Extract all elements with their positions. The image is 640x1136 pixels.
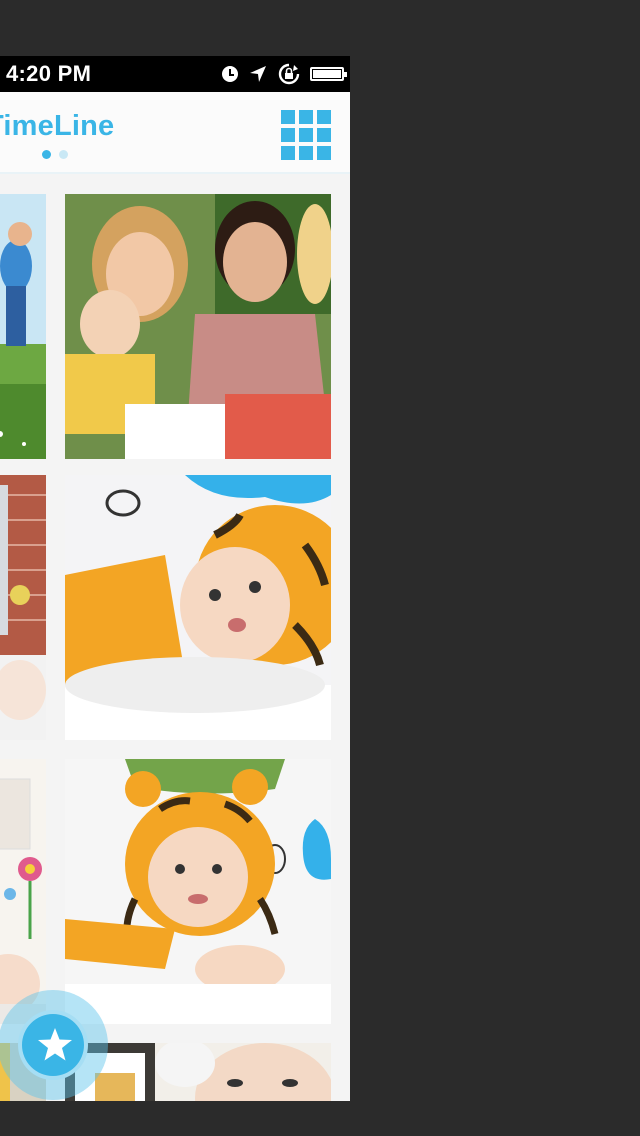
photo-icon xyxy=(0,194,46,459)
page-dot-1[interactable] xyxy=(42,150,51,159)
page-title: TimeLine xyxy=(0,110,115,142)
grid-icon xyxy=(317,110,331,124)
rotation-lock-icon xyxy=(278,63,300,85)
phone-screen: 4:20 PM TimeLine xyxy=(0,56,350,1101)
alarm-clock-icon xyxy=(222,66,238,82)
page-dot-2[interactable] xyxy=(59,150,68,159)
grid-icon xyxy=(299,128,313,142)
favorite-fab-inner xyxy=(18,1010,88,1080)
grid-icon xyxy=(299,110,313,124)
photo-icon xyxy=(0,759,46,1024)
grid-icon xyxy=(281,128,295,142)
grid-icon xyxy=(317,128,331,142)
grid-icon xyxy=(281,146,295,160)
photo-icon xyxy=(0,475,46,740)
status-time: 4:20 PM xyxy=(6,61,92,86)
photo-tile-family[interactable] xyxy=(65,194,331,459)
grid-icon xyxy=(299,146,313,160)
photo-icon xyxy=(65,759,331,1024)
battery-fill xyxy=(313,70,341,78)
photo-icon xyxy=(65,475,331,740)
photo-grid[interactable] xyxy=(0,174,350,1101)
photo-tile-baby-brick-wall[interactable] xyxy=(0,475,46,740)
grid-view-button[interactable] xyxy=(281,110,331,160)
status-bar: 4:20 PM xyxy=(0,56,350,92)
favorite-fab-button[interactable] xyxy=(0,990,108,1100)
status-icons xyxy=(222,63,347,85)
page-indicator[interactable] xyxy=(42,150,68,159)
location-arrow-icon xyxy=(250,66,266,82)
grid-icon xyxy=(317,146,331,160)
photo-tile-boy-running[interactable] xyxy=(0,194,46,459)
photo-tile-baby-tiger-crawling[interactable] xyxy=(65,759,331,1024)
grid-icon xyxy=(281,110,295,124)
photo-tile-baby-flowers[interactable] xyxy=(0,759,46,1024)
battery-icon xyxy=(310,67,347,81)
photo-tile-baby-tiger-lying[interactable] xyxy=(65,475,331,740)
photo-icon xyxy=(65,194,331,459)
star-icon xyxy=(38,1028,72,1061)
navigation-bar: TimeLine xyxy=(0,92,350,174)
